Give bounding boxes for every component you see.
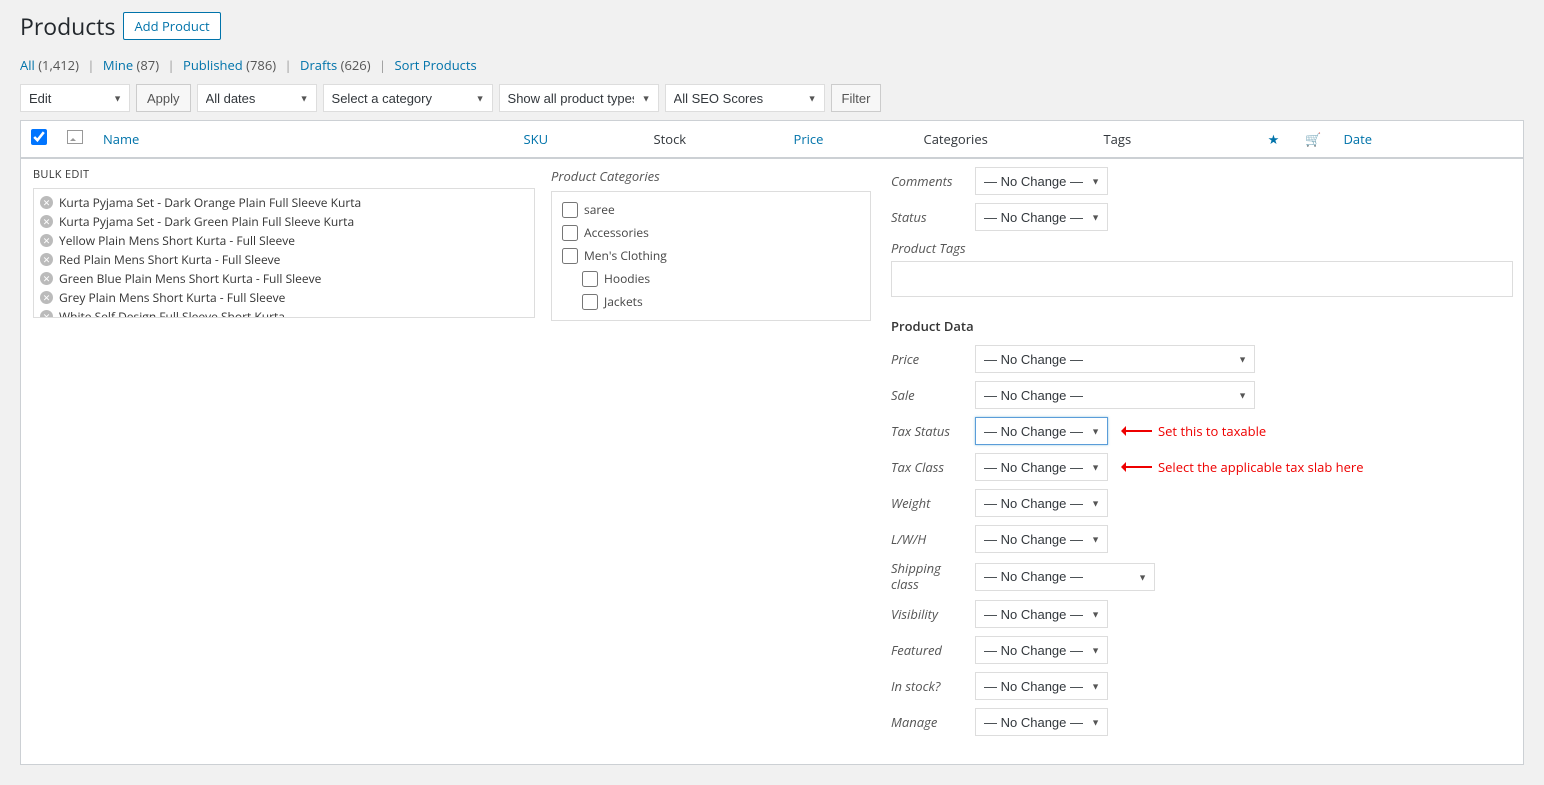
filter-drafts[interactable]: Drafts [300,56,337,74]
remove-item-icon[interactable]: ✕ [40,291,53,304]
col-price[interactable]: Price [784,121,914,158]
remove-item-icon[interactable]: ✕ [40,196,53,209]
remove-item-icon[interactable]: ✕ [40,215,53,228]
col-stock: Stock [644,121,784,158]
col-name[interactable]: Name [93,121,514,158]
sort-products-link[interactable]: Sort Products [395,56,477,74]
cat-mens-checkbox[interactable] [562,248,578,264]
manage-stock-select[interactable]: — No Change — [975,708,1108,736]
annotation-tax-class: Select the applicable tax slab here [1122,458,1364,476]
featured-select[interactable]: — No Change — [975,636,1108,664]
in-stock-select[interactable]: — No Change — [975,672,1108,700]
col-tags: Tags [1094,121,1254,158]
col-seo [1494,121,1524,158]
apply-button[interactable]: Apply [136,84,191,112]
add-product-button[interactable]: Add Product [123,12,220,40]
page-title: Products [20,10,115,42]
annotation-tax-status: Set this to taxable [1122,422,1266,440]
remove-item-icon[interactable]: ✕ [40,234,53,247]
cat-saree-checkbox[interactable] [562,202,578,218]
product-categories-heading: Product Categories [551,167,871,185]
product-data-heading: Product Data [891,317,1513,335]
bulk-action-select[interactable]: Edit [20,84,130,112]
shipping-class-select[interactable]: — No Change — [975,563,1155,591]
remove-item-icon[interactable]: ✕ [40,310,53,318]
tax-class-select[interactable]: — No Change — [975,453,1108,481]
visibility-select[interactable]: — No Change — [975,600,1108,628]
product-type-icon: 🛒 [1305,130,1321,148]
cat-accessories-checkbox[interactable] [562,225,578,241]
status-select[interactable]: — No Change — [975,203,1108,231]
sale-select[interactable]: — No Change — [975,381,1255,409]
seo-score-filter[interactable]: All SEO Scores [665,84,825,112]
product-tags-input[interactable] [891,261,1513,297]
comments-select[interactable]: — No Change — [975,167,1108,195]
lwh-select[interactable]: — No Change — [975,525,1108,553]
col-date[interactable]: Date [1334,121,1494,158]
col-categories: Categories [914,121,1094,158]
cat-hoodies-checkbox[interactable] [582,271,598,287]
bulk-items-list[interactable]: ✕Kurta Pyjama Set - Dark Orange Plain Fu… [33,188,535,318]
view-filters: All (1,412) | Mine (87) | Published (786… [20,56,1524,74]
remove-item-icon[interactable]: ✕ [40,272,53,285]
col-sku[interactable]: SKU [514,121,644,158]
category-checklist[interactable]: saree Accessories Men's Clothing Hoodies… [551,191,871,321]
price-select[interactable]: — No Change — [975,345,1255,373]
image-column-icon [67,130,83,144]
filter-published[interactable]: Published [183,56,243,74]
tax-status-select[interactable]: — No Change — [975,417,1108,445]
filter-button[interactable]: Filter [831,84,882,112]
remove-item-icon[interactable]: ✕ [40,253,53,266]
filter-mine[interactable]: Mine [103,56,133,74]
product-tags-heading: Product Tags [891,239,1513,257]
select-all-checkbox[interactable] [31,129,47,145]
featured-icon: ★ [1268,130,1280,148]
category-filter[interactable]: Select a category [323,84,493,112]
cat-jackets-checkbox[interactable] [582,294,598,310]
dates-filter[interactable]: All dates [197,84,317,112]
bulk-edit-heading: BULK EDIT [33,167,535,182]
filter-all[interactable]: All [20,56,35,74]
weight-select[interactable]: — No Change — [975,489,1108,517]
product-type-filter[interactable]: Show all product types [499,84,659,112]
